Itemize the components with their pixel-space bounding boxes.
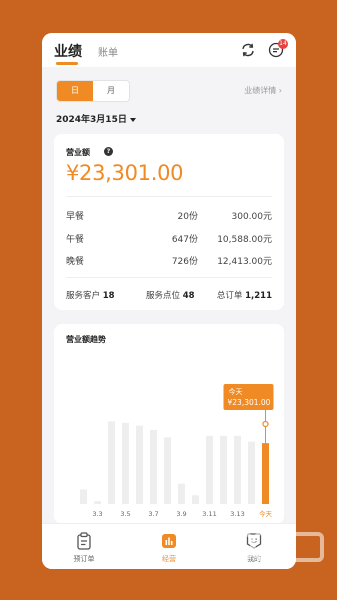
help-icon[interactable]: ? (104, 147, 113, 156)
revenue-trend-card: 营业额趋势 3.3 3.5 3.7 3.9 3.11 3.13 今天 今天 ¥23,301.… (54, 324, 284, 524)
customers-stat: 服务客户 18 (66, 289, 115, 301)
points-label: 服务点位 (146, 291, 181, 301)
trend-bar[interactable] (248, 441, 255, 504)
caret-down-icon (129, 117, 136, 122)
revenue-amount: ¥23,301.00 (66, 161, 184, 185)
tab-bills[interactable]: 账单 (98, 44, 118, 59)
x-tick-label: 3.5 (120, 510, 130, 518)
trend-bar[interactable] (192, 495, 199, 504)
refresh-icon[interactable] (240, 42, 256, 58)
bar-chart-icon (162, 534, 176, 548)
meal-amount: 10,588.00元 (217, 235, 272, 245)
revenue-label: 营业额 (66, 148, 90, 157)
date-picker[interactable]: 2024年3月15日 (56, 112, 136, 125)
trend-bar[interactable] (206, 435, 213, 504)
app-screen: 业绩 账单 14 日 月 业绩详情 › 2024年3月15日 营业额 ? ¥23… (42, 33, 296, 569)
orders-value: 1,211 (245, 291, 272, 301)
meal-count: 726份 (171, 257, 198, 267)
tooltip-day: 今天 (229, 387, 243, 396)
period-segmented-control: 日 月 (56, 80, 130, 102)
points-value: 48 (182, 291, 195, 301)
revenue-trend-chart: 3.3 3.5 3.7 3.9 3.11 3.13 今天 今天 ¥23,301.00 (80, 384, 274, 518)
trend-bar[interactable] (136, 425, 143, 504)
x-tick-label: 3.3 (92, 510, 102, 518)
active-tab-indicator (56, 62, 78, 65)
meal-name: 午餐 (66, 235, 85, 245)
meal-row-dinner: 晚餐 726份 12,413.00元 (66, 254, 272, 268)
date-text: 2024年3月15日 (56, 115, 127, 125)
meal-amount: 12,413.00元 (217, 257, 272, 267)
nav-business[interactable]: 经营 (127, 524, 211, 569)
customers-value: 18 (102, 291, 115, 301)
meal-count: 20份 (177, 212, 198, 222)
top-header: 业绩 账单 14 (42, 33, 296, 67)
points-stat: 服务点位 48 (146, 289, 195, 301)
revenue-summary-card: 营业额 ? ¥23,301.00 早餐 20份 300.00元 午餐 647份 … (54, 134, 284, 310)
x-tick-label: 3.11 (202, 510, 216, 518)
segment-day[interactable]: 日 (57, 81, 93, 101)
meal-row-breakfast: 早餐 20份 300.00元 (66, 209, 272, 223)
x-tick-label: 3.9 (176, 510, 186, 518)
trend-bar[interactable] (108, 421, 115, 504)
x-tick-label: 3.13 (230, 510, 244, 518)
trend-bar[interactable] (262, 443, 269, 504)
meal-count: 647份 (171, 235, 198, 245)
trend-bar[interactable] (122, 422, 129, 504)
nav-orders[interactable]: 预订单 (42, 524, 126, 569)
notification-badge: 14 (278, 39, 288, 49)
trend-bar[interactable] (94, 501, 101, 504)
meal-amount: 300.00元 (231, 212, 273, 222)
x-tick-label: 今天 (259, 509, 273, 518)
trend-bar[interactable] (234, 435, 241, 504)
nav-label: 预订单 (73, 555, 95, 563)
divider (66, 277, 272, 278)
tab-performance[interactable]: 业绩 (54, 41, 82, 61)
nav-label: 经营 (162, 555, 176, 563)
clipboard-icon (77, 532, 91, 550)
watermark-logo (224, 530, 324, 562)
tooltip-value: ¥23,301.00 (228, 398, 271, 407)
customers-label: 服务客户 (66, 291, 101, 301)
divider (66, 196, 272, 197)
orders-stat: 总订单 1,211 (217, 289, 272, 301)
trend-bar[interactable] (220, 435, 227, 504)
meal-name: 早餐 (66, 212, 85, 222)
trend-bar[interactable] (178, 483, 185, 504)
x-tick-label: 3.7 (148, 510, 158, 518)
trend-bar[interactable] (80, 489, 87, 505)
segment-month[interactable]: 月 (93, 81, 129, 101)
meal-name: 晚餐 (66, 257, 85, 267)
trend-bar[interactable] (150, 430, 157, 504)
meal-row-lunch: 午餐 647份 10,588.00元 (66, 232, 272, 246)
orders-label: 总订单 (216, 291, 243, 301)
chart-tooltip: 今天 ¥23,301.00 (223, 384, 274, 444)
trend-bar[interactable] (164, 437, 171, 504)
performance-detail-link[interactable]: 业绩详情 › (244, 85, 282, 96)
